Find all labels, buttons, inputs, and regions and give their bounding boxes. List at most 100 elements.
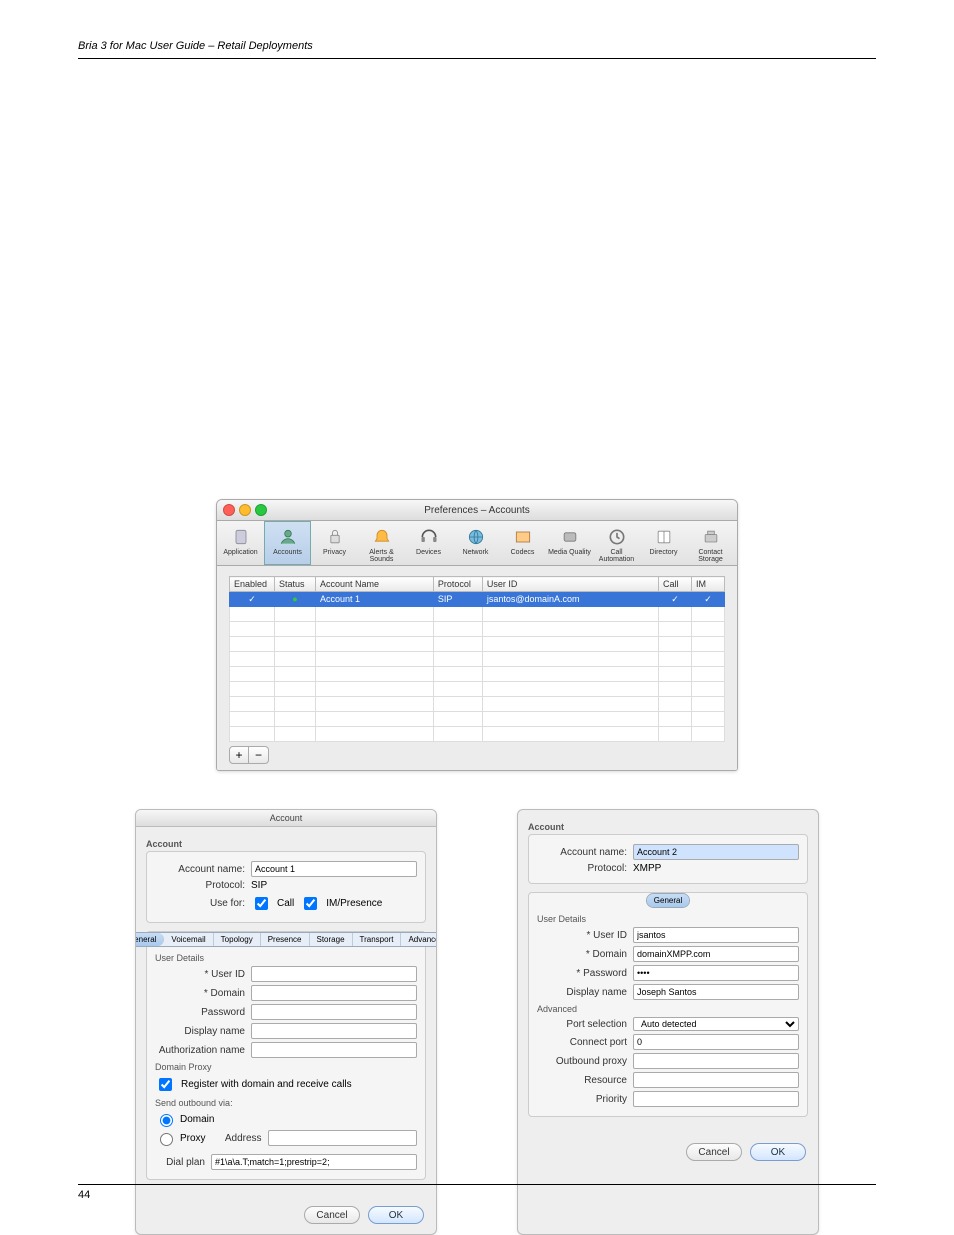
portsel-select[interactable]: Auto detected — [633, 1017, 799, 1031]
dialplan-label: Dial plan — [155, 1157, 205, 1168]
domain-input[interactable] — [251, 985, 417, 1001]
table-row[interactable] — [230, 637, 725, 652]
proxy-address-input[interactable] — [268, 1130, 417, 1146]
radio-domain[interactable] — [160, 1114, 173, 1127]
tab-transport[interactable]: Transport — [353, 933, 402, 946]
password-input[interactable] — [633, 965, 799, 981]
connect-label: Connect port — [537, 1037, 627, 1048]
dialog-title: Account — [136, 810, 436, 827]
proxy-address-label: Address — [212, 1133, 262, 1144]
account-name-input[interactable] — [251, 861, 417, 877]
password-label: * Password — [537, 968, 627, 979]
userid-input[interactable] — [633, 927, 799, 943]
domain-input[interactable] — [633, 946, 799, 962]
col-status[interactable]: Status — [275, 577, 316, 592]
user-details-head: User Details — [537, 914, 799, 924]
tab-general[interactable]: General — [135, 933, 164, 946]
user-details-head: User Details — [155, 953, 417, 963]
account-section-label: Account — [146, 839, 426, 849]
tab-advanced[interactable]: Advanced — [734, 521, 738, 565]
tab-voicemail[interactable]: Voicemail — [164, 933, 213, 946]
protocol-label: Protocol: — [537, 863, 627, 874]
tab-topology[interactable]: Topology — [214, 933, 261, 946]
display-label: Display name — [537, 987, 627, 998]
table-row[interactable] — [230, 727, 725, 742]
portsel-label: Port selection — [537, 1019, 627, 1030]
tab-accounts[interactable]: Accounts — [264, 521, 311, 565]
advanced-head: Advanced — [537, 1004, 799, 1014]
table-row[interactable]: ✓●Account 1SIPjsantos@domainA.com✓✓ — [230, 592, 725, 607]
accounts-table[interactable]: Enabled Status Account Name Protocol Use… — [229, 576, 725, 742]
tab-application[interactable]: Application — [217, 521, 264, 565]
account-tabs[interactable]: General Voicemail Topology Presence Stor… — [135, 932, 437, 947]
account-tabs[interactable]: General — [646, 893, 690, 908]
userid-label: * User ID — [155, 969, 245, 980]
protocol-value: XMPP — [633, 863, 661, 874]
resource-input[interactable] — [633, 1072, 799, 1088]
tab-codecs[interactable]: Codecs — [499, 521, 546, 565]
add-account-button[interactable]: + — [229, 746, 249, 764]
zoom-icon[interactable] — [255, 504, 267, 516]
display-label: Display name — [155, 1026, 245, 1037]
connect-input[interactable] — [633, 1034, 799, 1050]
usefor-im-checkbox[interactable] — [304, 897, 317, 910]
usefor-call-checkbox[interactable] — [255, 897, 268, 910]
password-input[interactable] — [251, 1004, 417, 1020]
tab-directory[interactable]: Directory — [640, 521, 687, 565]
minimize-icon[interactable] — [239, 504, 251, 516]
tab-alerts[interactable]: Alerts & Sounds — [358, 521, 405, 565]
table-row[interactable] — [230, 682, 725, 697]
account-section-label: Account — [528, 822, 808, 832]
close-icon[interactable] — [223, 504, 235, 516]
table-row[interactable] — [230, 652, 725, 667]
cancel-button[interactable]: Cancel — [304, 1206, 360, 1224]
outbound-input[interactable] — [633, 1053, 799, 1069]
register-checkbox[interactable] — [159, 1078, 172, 1091]
tab-media-quality[interactable]: Media Quality — [546, 521, 593, 565]
priority-input[interactable] — [633, 1091, 799, 1107]
col-user-id[interactable]: User ID — [482, 577, 658, 592]
resource-label: Resource — [537, 1075, 627, 1086]
account-name-label: Account name: — [537, 847, 627, 858]
col-enabled[interactable]: Enabled — [230, 577, 275, 592]
auth-input[interactable] — [251, 1042, 417, 1058]
send-outbound-label: Send outbound via: — [155, 1098, 417, 1108]
tab-call-automation[interactable]: Call Automation — [593, 521, 640, 565]
tab-network[interactable]: Network — [452, 521, 499, 565]
tab-general[interactable]: General — [647, 894, 689, 907]
col-protocol[interactable]: Protocol — [433, 577, 482, 592]
tab-storage[interactable]: Storage — [310, 933, 353, 946]
userid-label: * User ID — [537, 930, 627, 941]
cancel-button[interactable]: Cancel — [686, 1143, 742, 1161]
userid-input[interactable] — [251, 966, 417, 982]
dialplan-input[interactable] — [211, 1154, 417, 1170]
usefor-label: Use for: — [155, 898, 245, 909]
password-label: Password — [155, 1007, 245, 1018]
ok-button[interactable]: OK — [750, 1143, 806, 1161]
usefor-call-text: Call — [277, 898, 294, 909]
radio-proxy[interactable] — [160, 1133, 173, 1146]
col-account-name[interactable]: Account Name — [316, 577, 434, 592]
domain-proxy-head: Domain Proxy — [155, 1062, 417, 1072]
table-row[interactable] — [230, 607, 725, 622]
tab-advanced2[interactable]: Advanced — [401, 933, 437, 946]
table-row[interactable] — [230, 712, 725, 727]
tab-contact-storage[interactable]: Contact Storage — [687, 521, 734, 565]
tab-devices[interactable]: Devices — [405, 521, 452, 565]
tab-presence[interactable]: Presence — [261, 933, 310, 946]
table-row[interactable] — [230, 697, 725, 712]
col-call[interactable]: Call — [659, 577, 692, 592]
tab-privacy[interactable]: Privacy — [311, 521, 358, 565]
table-row[interactable] — [230, 622, 725, 637]
auth-label: Authorization name — [155, 1045, 245, 1056]
account-name-input[interactable] — [633, 844, 799, 860]
remove-account-button[interactable]: − — [249, 746, 269, 764]
window-titlebar: Preferences – Accounts — [217, 500, 737, 521]
table-row[interactable] — [230, 667, 725, 682]
col-im[interactable]: IM — [692, 577, 725, 592]
display-input[interactable] — [633, 984, 799, 1000]
radio-proxy-label: Proxy — [180, 1133, 206, 1144]
display-input[interactable] — [251, 1023, 417, 1039]
outbound-label: Outbound proxy — [537, 1056, 627, 1067]
ok-button[interactable]: OK — [368, 1206, 424, 1224]
